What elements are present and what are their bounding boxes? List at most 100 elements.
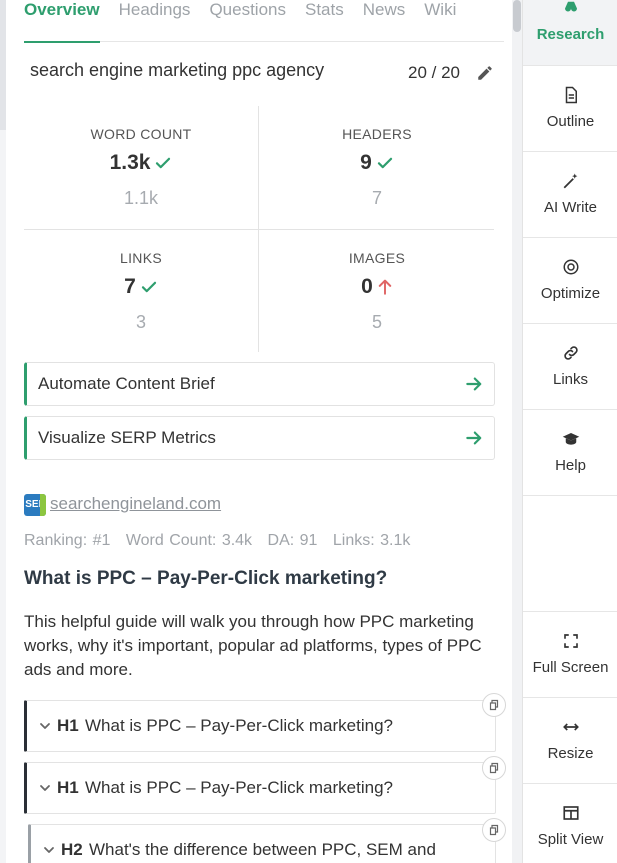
magic-wand-icon: [563, 173, 578, 189]
tab-stats[interactable]: Stats: [305, 0, 354, 42]
stat-target: 1.1k: [123, 188, 159, 208]
sidebar-label: Full Screen: [532, 659, 609, 676]
stat-value: 0: [361, 275, 373, 298]
check-icon: [377, 157, 392, 169]
chevron-down-icon[interactable]: [43, 844, 55, 856]
right-sidebar: Research Outline AI Write Optimize Links…: [522, 0, 617, 863]
sidebar-label: Outline: [546, 113, 595, 130]
stat-images: IMAGES 0 5: [260, 250, 494, 333]
heading-text: What is PPC – Pay-Per-Click marketing?: [85, 778, 393, 797]
site-favicon: SEL: [24, 494, 46, 516]
sidebar-item-full-screen[interactable]: Full Screen: [523, 612, 617, 698]
links-count: Links: 3.1k: [332, 532, 411, 549]
stat-value-row: 7: [24, 275, 258, 299]
stat-label: LINKS: [120, 250, 162, 266]
sidebar-label: Split View: [537, 831, 604, 848]
stat-word-count: WORD COUNT 1.3k 1.1k: [24, 126, 258, 209]
sidebar-item-optimize[interactable]: Optimize: [523, 238, 617, 324]
tab-headings[interactable]: Headings: [119, 0, 201, 42]
source-meta: Ranking: #1 Word Count: 3.4k DA: 91 Link…: [24, 532, 420, 550]
stat-value: 1.3k: [109, 151, 151, 174]
stat-label: IMAGES: [348, 250, 406, 266]
sidebar-label: Help: [555, 457, 586, 474]
resize-icon: [563, 723, 579, 731]
heading-text: What is PPC – Pay-Per-Click marketing?: [85, 716, 393, 735]
copy-icon: [489, 762, 499, 774]
automate-content-brief-button[interactable]: Automate Content Brief: [24, 362, 495, 406]
link-icon: [564, 346, 578, 360]
target-keyword: search engine marketing ppc agency: [30, 60, 325, 80]
sidebar-label: Research: [536, 26, 605, 43]
target-icon: [563, 259, 579, 275]
sidebar-item-split-view[interactable]: Split View: [523, 784, 617, 863]
heading-item[interactable]: H1 What is PPC – Pay-Per-Click marketing…: [24, 762, 496, 814]
stats-grid: WORD COUNT 1.3k 1.1k HEADERS 9 7 LINKS 7…: [24, 106, 494, 352]
article-description: This helpful guide will walk you through…: [24, 612, 482, 679]
heading-tag: H2: [61, 840, 83, 859]
stat-target: 3: [135, 312, 146, 332]
sidebar-item-research[interactable]: Research: [523, 0, 617, 66]
scrollbar-thumb[interactable]: [513, 0, 521, 32]
tab-questions[interactable]: Questions: [209, 0, 296, 42]
sidebar-label: Resize: [547, 745, 594, 762]
stat-value-row: 1.3k: [24, 151, 258, 175]
stat-value: 7: [124, 275, 136, 298]
pencil-icon[interactable]: [476, 64, 494, 82]
card-label: Automate Content Brief: [38, 374, 215, 393]
graduation-cap-icon: [562, 433, 580, 445]
copy-heading-button[interactable]: [482, 693, 506, 717]
check-icon: [156, 157, 171, 169]
stat-value: 9: [360, 151, 372, 174]
chevron-down-icon[interactable]: [39, 782, 51, 794]
source-domain-link[interactable]: searchengineland.com: [50, 494, 221, 514]
stat-links: LINKS 7 3: [24, 250, 258, 333]
stat-target: 5: [371, 312, 382, 332]
stat-label: HEADERS: [342, 126, 412, 142]
divider: [24, 229, 494, 230]
sidebar-item-resize[interactable]: Resize: [523, 698, 617, 784]
split-view-icon: [563, 806, 579, 820]
sidebar-item-outline[interactable]: Outline: [523, 66, 617, 152]
heading-tag: H1: [57, 716, 79, 735]
fullscreen-icon: [564, 634, 578, 648]
sidebar-spacer: [523, 496, 617, 612]
sidebar-label: Optimize: [540, 285, 601, 302]
copy-icon: [489, 824, 499, 836]
sidebar-label: AI Write: [543, 199, 598, 216]
sidebar-item-ai-write[interactable]: AI Write: [523, 152, 617, 238]
stat-value-row: 9: [260, 151, 494, 175]
keyword-count: 20 / 20: [408, 63, 460, 82]
stat-label: WORD COUNT: [90, 126, 192, 142]
arrow-right-icon: [466, 377, 482, 391]
stat-target: 7: [371, 188, 382, 208]
heading-text: What's the difference between PPC, SEM a…: [89, 840, 436, 859]
article-title: What is PPC – Pay-Per-Click marketing?: [24, 568, 388, 589]
domain-authority: DA: 91: [267, 532, 318, 549]
word-count: Word Count: 3.4k: [125, 532, 253, 549]
sidebar-item-help[interactable]: Help: [523, 410, 617, 496]
ranking: Ranking: #1: [24, 532, 111, 549]
visualize-serp-metrics-button[interactable]: Visualize SERP Metrics: [24, 416, 495, 460]
check-icon: [141, 281, 156, 293]
sidebar-item-links[interactable]: Links: [523, 324, 617, 410]
sidebar-label: Links: [552, 371, 589, 388]
copy-heading-button[interactable]: [482, 756, 506, 780]
tab-wiki[interactable]: Wiki: [424, 0, 466, 42]
card-label: Visualize SERP Metrics: [38, 428, 216, 447]
arrow-up-icon: [378, 279, 392, 295]
document-icon: [565, 86, 577, 104]
stat-value-row: 0: [260, 275, 494, 299]
arrow-right-icon: [466, 431, 482, 445]
tab-bar: Overview Headings Questions Stats News W…: [24, 0, 504, 43]
stat-headers: HEADERS 9 7: [260, 126, 494, 209]
heading-item[interactable]: H1 What is PPC – Pay-Per-Click marketing…: [24, 700, 496, 752]
heading-item[interactable]: H2 What's the difference between PPC, SE…: [28, 824, 496, 863]
copy-heading-button[interactable]: [482, 818, 506, 842]
scrollbar[interactable]: [512, 0, 522, 863]
tab-overview[interactable]: Overview: [24, 0, 110, 43]
heading-tag: H1: [57, 778, 79, 797]
tab-news[interactable]: News: [363, 0, 416, 42]
binoculars-icon: [565, 1, 577, 12]
chevron-down-icon[interactable]: [39, 720, 51, 732]
copy-icon: [489, 699, 499, 711]
